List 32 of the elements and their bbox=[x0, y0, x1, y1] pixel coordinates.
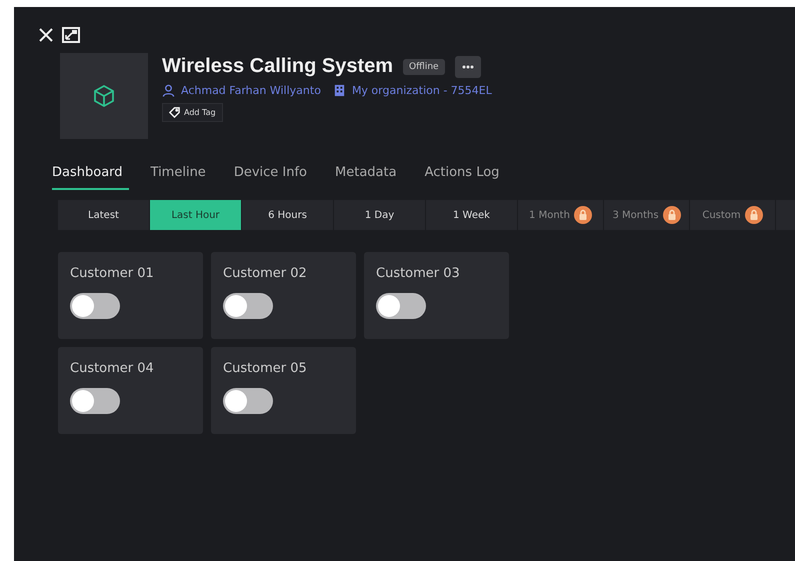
toggle-switch[interactable] bbox=[70, 388, 120, 414]
device-title: Wireless Calling System bbox=[162, 55, 394, 78]
cube-icon bbox=[92, 84, 116, 108]
lock-icon bbox=[662, 206, 681, 224]
lock-icon bbox=[744, 206, 763, 224]
organization-link[interactable]: My organization - 7554EL bbox=[352, 84, 492, 97]
toggle-switch[interactable] bbox=[223, 388, 273, 414]
status-label: Offline bbox=[403, 58, 445, 74]
switch-label: Customer 02 bbox=[223, 266, 308, 281]
tag-icon bbox=[169, 107, 180, 118]
more-button[interactable] bbox=[454, 56, 481, 78]
building-icon bbox=[332, 84, 346, 97]
switch-label: Customer 03 bbox=[376, 266, 461, 281]
tab[interactable]: Metadata bbox=[335, 161, 403, 190]
range-button[interactable]: Last Hour bbox=[150, 200, 242, 230]
user-icon bbox=[162, 84, 175, 97]
switch-label: Customer 01 bbox=[70, 266, 155, 281]
tab[interactable]: Actions Log bbox=[424, 161, 506, 190]
tab[interactable]: Timeline bbox=[150, 161, 212, 190]
toggle-switch[interactable] bbox=[223, 293, 273, 319]
tab[interactable]: Device Info bbox=[234, 161, 314, 190]
toggle-switch[interactable] bbox=[70, 293, 120, 319]
switch-label: Customer 04 bbox=[70, 361, 155, 376]
fullscreen-icon[interactable] bbox=[62, 27, 80, 43]
owner-link[interactable]: Achmad Farhan Willyanto bbox=[181, 84, 321, 97]
tab[interactable]: Dashboard bbox=[52, 161, 129, 190]
lock-icon bbox=[574, 206, 592, 224]
toggle-switch[interactable] bbox=[376, 293, 426, 319]
close-icon[interactable] bbox=[38, 27, 54, 43]
more-icon bbox=[462, 64, 474, 68]
switch-label: Customer 05 bbox=[223, 361, 308, 376]
add-tag-button[interactable]: Add Tag bbox=[162, 103, 223, 122]
